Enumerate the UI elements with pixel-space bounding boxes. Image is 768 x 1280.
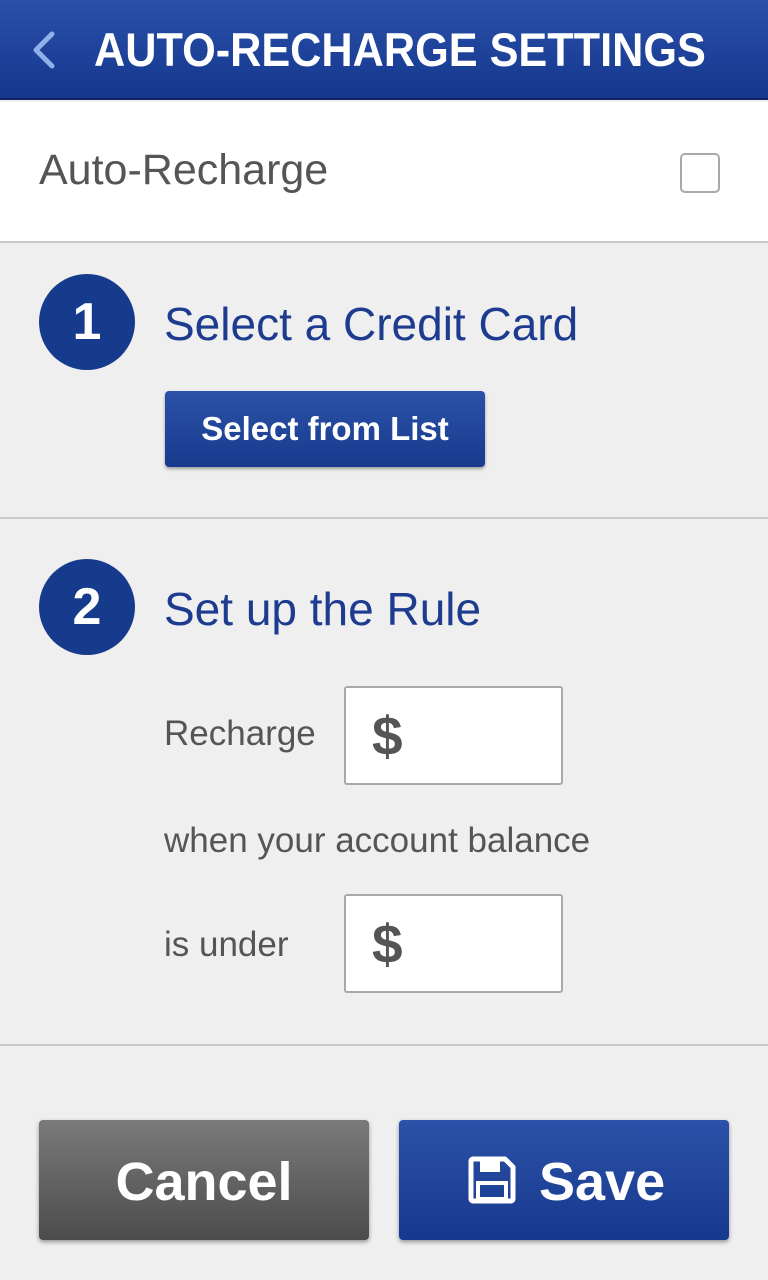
chevron-left-icon[interactable] [26, 28, 66, 72]
cancel-button-label: Cancel [115, 1152, 293, 1212]
recharge-label: Recharge [164, 714, 316, 753]
app-header: AUTO-RECHARGE SETTINGS [0, 0, 768, 100]
section-divider [0, 1044, 768, 1046]
dollar-sign: $ [372, 913, 403, 975]
save-button-label: Save [539, 1152, 666, 1212]
select-from-list-button[interactable]: Select from List [165, 391, 485, 467]
threshold-amount-field[interactable]: $ [344, 894, 563, 993]
dollar-sign: $ [372, 705, 403, 767]
floppy-disk-icon [468, 1156, 516, 1204]
step-2-badge: 2 [39, 559, 135, 655]
save-button[interactable]: Save [399, 1120, 729, 1240]
step-2-title: Set up the Rule [164, 583, 482, 635]
balance-text: when your account balance [164, 821, 591, 860]
cancel-button[interactable]: Cancel [39, 1120, 369, 1240]
step-1-badge: 1 [39, 274, 135, 370]
auto-recharge-row: Auto-Recharge [0, 102, 768, 243]
is-under-label: is under [164, 925, 289, 964]
auto-recharge-checkbox[interactable] [680, 153, 720, 193]
step-1-title: Select a Credit Card [164, 298, 579, 350]
page-title: AUTO-RECHARGE SETTINGS [94, 23, 706, 76]
auto-recharge-label: Auto-Recharge [39, 146, 329, 194]
section-divider [0, 517, 768, 519]
recharge-amount-field[interactable]: $ [344, 686, 563, 785]
